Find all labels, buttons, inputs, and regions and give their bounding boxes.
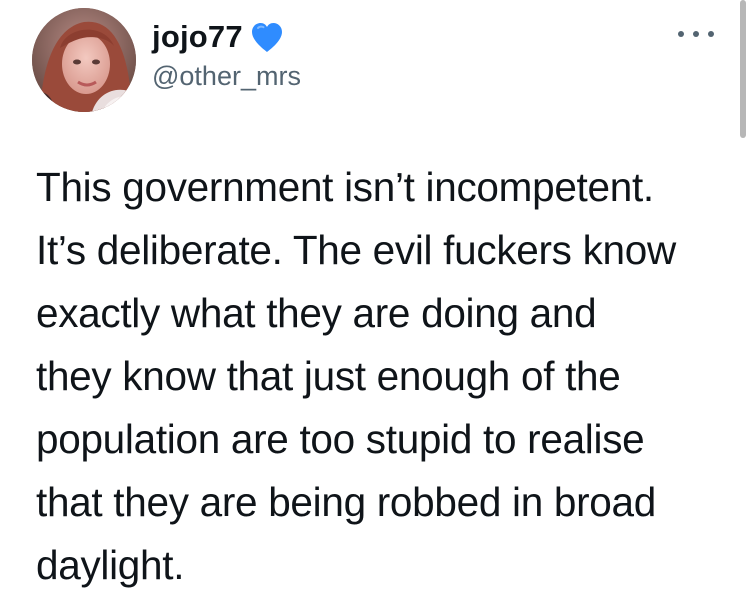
tweet-card: jojo77 @other_mrs This government isn’t … xyxy=(0,0,750,595)
tweet-text-line: It’s deliberate. The evil fuckers know xyxy=(36,227,676,273)
tweet-text-line: exactly what they are doing and xyxy=(36,290,597,336)
tweet-text-line: This government isn’t incompetent. xyxy=(36,164,654,210)
display-name[interactable]: jojo77 xyxy=(152,18,243,56)
blue-heart-icon xyxy=(249,20,285,56)
tweet-text-line: they know that just enough of the xyxy=(36,353,621,399)
user-handle[interactable]: @other_mrs xyxy=(152,58,301,94)
name-row: jojo77 xyxy=(152,18,301,56)
tweet-text-line: population are too stupid to realise xyxy=(36,416,645,462)
more-options-icon xyxy=(678,31,684,37)
tweet-text-line: that they are being robbed in broad xyxy=(36,479,656,525)
avatar-image xyxy=(32,8,136,112)
scrollbar[interactable] xyxy=(740,0,746,138)
more-options-button[interactable] xyxy=(678,22,714,46)
tweet-text: This government isn’t incompetent. It’s … xyxy=(36,156,736,595)
more-options-icon-dot xyxy=(708,31,714,37)
avatar[interactable] xyxy=(32,8,136,112)
more-options-icon-dot xyxy=(693,31,699,37)
user-info[interactable]: jojo77 @other_mrs xyxy=(152,18,301,94)
tweet-text-line: daylight. xyxy=(36,542,185,588)
